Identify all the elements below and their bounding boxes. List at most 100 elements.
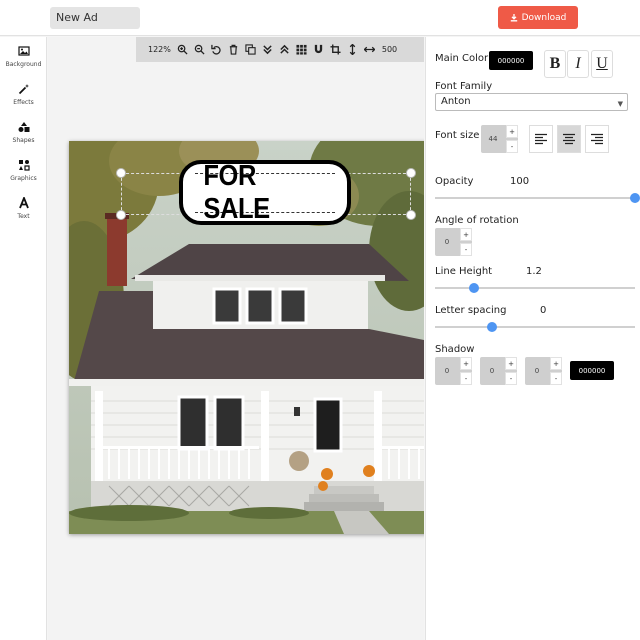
align-center-icon xyxy=(563,133,575,145)
decrement-button[interactable]: - xyxy=(550,372,562,385)
sidebar-item-label: Effects xyxy=(13,99,34,106)
resize-width-button[interactable] xyxy=(361,41,378,58)
resize-height-button[interactable] xyxy=(344,41,361,58)
opacity-slider[interactable] xyxy=(435,193,640,203)
double-chevron-up-icon xyxy=(280,44,289,54)
decrement-button[interactable]: - xyxy=(506,140,518,153)
grid-button[interactable] xyxy=(293,41,310,58)
sidebar-item-label: Shapes xyxy=(12,137,35,144)
shadow-y-value: 0 xyxy=(489,367,495,375)
duplicate-button[interactable] xyxy=(242,41,259,58)
increment-button[interactable]: + xyxy=(505,357,517,370)
magic-wand-icon xyxy=(18,84,29,95)
main-color-label: Main Color xyxy=(435,53,489,64)
align-left-button[interactable] xyxy=(529,125,553,153)
align-center-button[interactable] xyxy=(557,125,581,153)
sidebar-item-background[interactable]: Background xyxy=(0,43,47,77)
shadow-y-stepper[interactable]: 0 + - xyxy=(480,357,517,385)
properties-panel: Main Color 000000 B I U Font Family Anto… xyxy=(425,37,640,640)
download-button[interactable]: Download xyxy=(498,6,578,29)
letter-spacing-slider[interactable] xyxy=(435,322,635,332)
slider-thumb[interactable] xyxy=(487,322,497,332)
resize-handle[interactable] xyxy=(406,210,416,220)
canvas-size-value: 500 xyxy=(381,45,398,54)
download-icon xyxy=(510,13,517,21)
undo-button[interactable] xyxy=(208,41,225,58)
bring-forward-button[interactable] xyxy=(276,41,293,58)
sidebar-item-effects[interactable]: Effects xyxy=(0,81,47,115)
decrement-button[interactable]: - xyxy=(460,243,472,256)
resize-handle[interactable] xyxy=(406,168,416,178)
text-icon xyxy=(18,197,29,209)
undo-icon xyxy=(211,44,221,55)
font-size-stepper[interactable]: 44 + - xyxy=(481,125,518,153)
crop-icon xyxy=(330,44,341,55)
shadow-blur-stepper[interactable]: 0 + - xyxy=(525,357,562,385)
opacity-label: Opacity xyxy=(435,176,474,187)
align-right-button[interactable] xyxy=(585,125,609,153)
opacity-value: 100 xyxy=(510,176,530,187)
increment-button[interactable]: + xyxy=(550,357,562,370)
bold-button[interactable]: B xyxy=(544,50,566,78)
zoom-out-icon xyxy=(194,44,205,55)
trash-icon xyxy=(229,44,238,55)
shadow-blur-value: 0 xyxy=(534,367,540,375)
sign-text: FOR SALE xyxy=(203,159,270,225)
italic-button[interactable]: I xyxy=(567,50,589,78)
sidebar-item-shapes[interactable]: Shapes xyxy=(0,119,47,153)
sidebar-item-label: Background xyxy=(5,61,42,68)
letter-spacing-value: 0 xyxy=(540,305,547,316)
magnet-button[interactable] xyxy=(310,41,327,58)
shadow-color-picker[interactable]: 000000 xyxy=(570,361,614,380)
increment-button[interactable]: + xyxy=(506,125,518,138)
slider-thumb[interactable] xyxy=(630,193,640,203)
vertical-arrows-icon xyxy=(349,44,356,55)
align-right-icon xyxy=(591,133,603,145)
zoom-in-button[interactable] xyxy=(174,41,191,58)
shadow-label: Shadow xyxy=(435,344,475,355)
resize-handle[interactable] xyxy=(116,210,126,220)
sidebar-item-label: Graphics xyxy=(10,175,37,182)
font-family-value: Anton xyxy=(441,96,471,107)
canvas-toolbar: 122% 500 xyxy=(136,37,424,62)
main-color-picker[interactable]: 000000 xyxy=(489,51,533,70)
grid-icon xyxy=(296,44,307,55)
zoom-out-button[interactable] xyxy=(191,41,208,58)
line-height-slider[interactable] xyxy=(435,283,635,293)
design-canvas[interactable]: ↻ FOR SALE xyxy=(69,141,424,534)
graphics-icon xyxy=(18,160,30,171)
slider-thumb[interactable] xyxy=(469,283,479,293)
shadow-x-value: 0 xyxy=(444,367,450,375)
rotation-value: 0 xyxy=(444,238,450,246)
download-label: Download xyxy=(521,12,567,23)
decrement-button[interactable]: - xyxy=(460,372,472,385)
rotation-stepper[interactable]: 0 + - xyxy=(435,228,472,256)
increment-button[interactable]: + xyxy=(460,228,472,241)
underline-button[interactable]: U xyxy=(591,50,613,78)
font-size-value: 44 xyxy=(488,135,498,143)
crop-button[interactable] xyxy=(327,41,344,58)
increment-button[interactable]: + xyxy=(460,357,472,370)
sidebar-item-graphics[interactable]: Graphics xyxy=(0,157,47,191)
for-sale-sign[interactable]: FOR SALE xyxy=(179,160,351,225)
workspace: 122% 500 FOR SALE xyxy=(48,37,424,640)
sidebar-item-text[interactable]: Text xyxy=(0,195,47,229)
resize-handle[interactable] xyxy=(116,168,126,178)
shapes-icon xyxy=(18,122,29,132)
line-height-value: 1.2 xyxy=(526,266,542,277)
delete-button[interactable] xyxy=(225,41,242,58)
send-backward-button[interactable] xyxy=(259,41,276,58)
left-sidebar: Background Effects Shapes Graphics Text xyxy=(0,37,47,640)
ad-title-input[interactable]: New Ad xyxy=(50,7,140,29)
zoom-in-icon xyxy=(177,44,188,55)
horizontal-arrows-icon xyxy=(363,46,375,53)
sign-dashed-border: FOR SALE xyxy=(195,160,335,225)
font-size-label: Font size xyxy=(435,130,480,141)
decrement-button[interactable]: - xyxy=(505,372,517,385)
rotation-label: Angle of rotation xyxy=(435,215,519,226)
shadow-x-stepper[interactable]: 0 + - xyxy=(435,357,472,385)
font-family-select[interactable]: Anton ▼ xyxy=(435,93,628,111)
top-bar: New Ad Download xyxy=(0,0,640,36)
image-icon xyxy=(17,46,30,56)
double-chevron-down-icon xyxy=(263,45,272,55)
